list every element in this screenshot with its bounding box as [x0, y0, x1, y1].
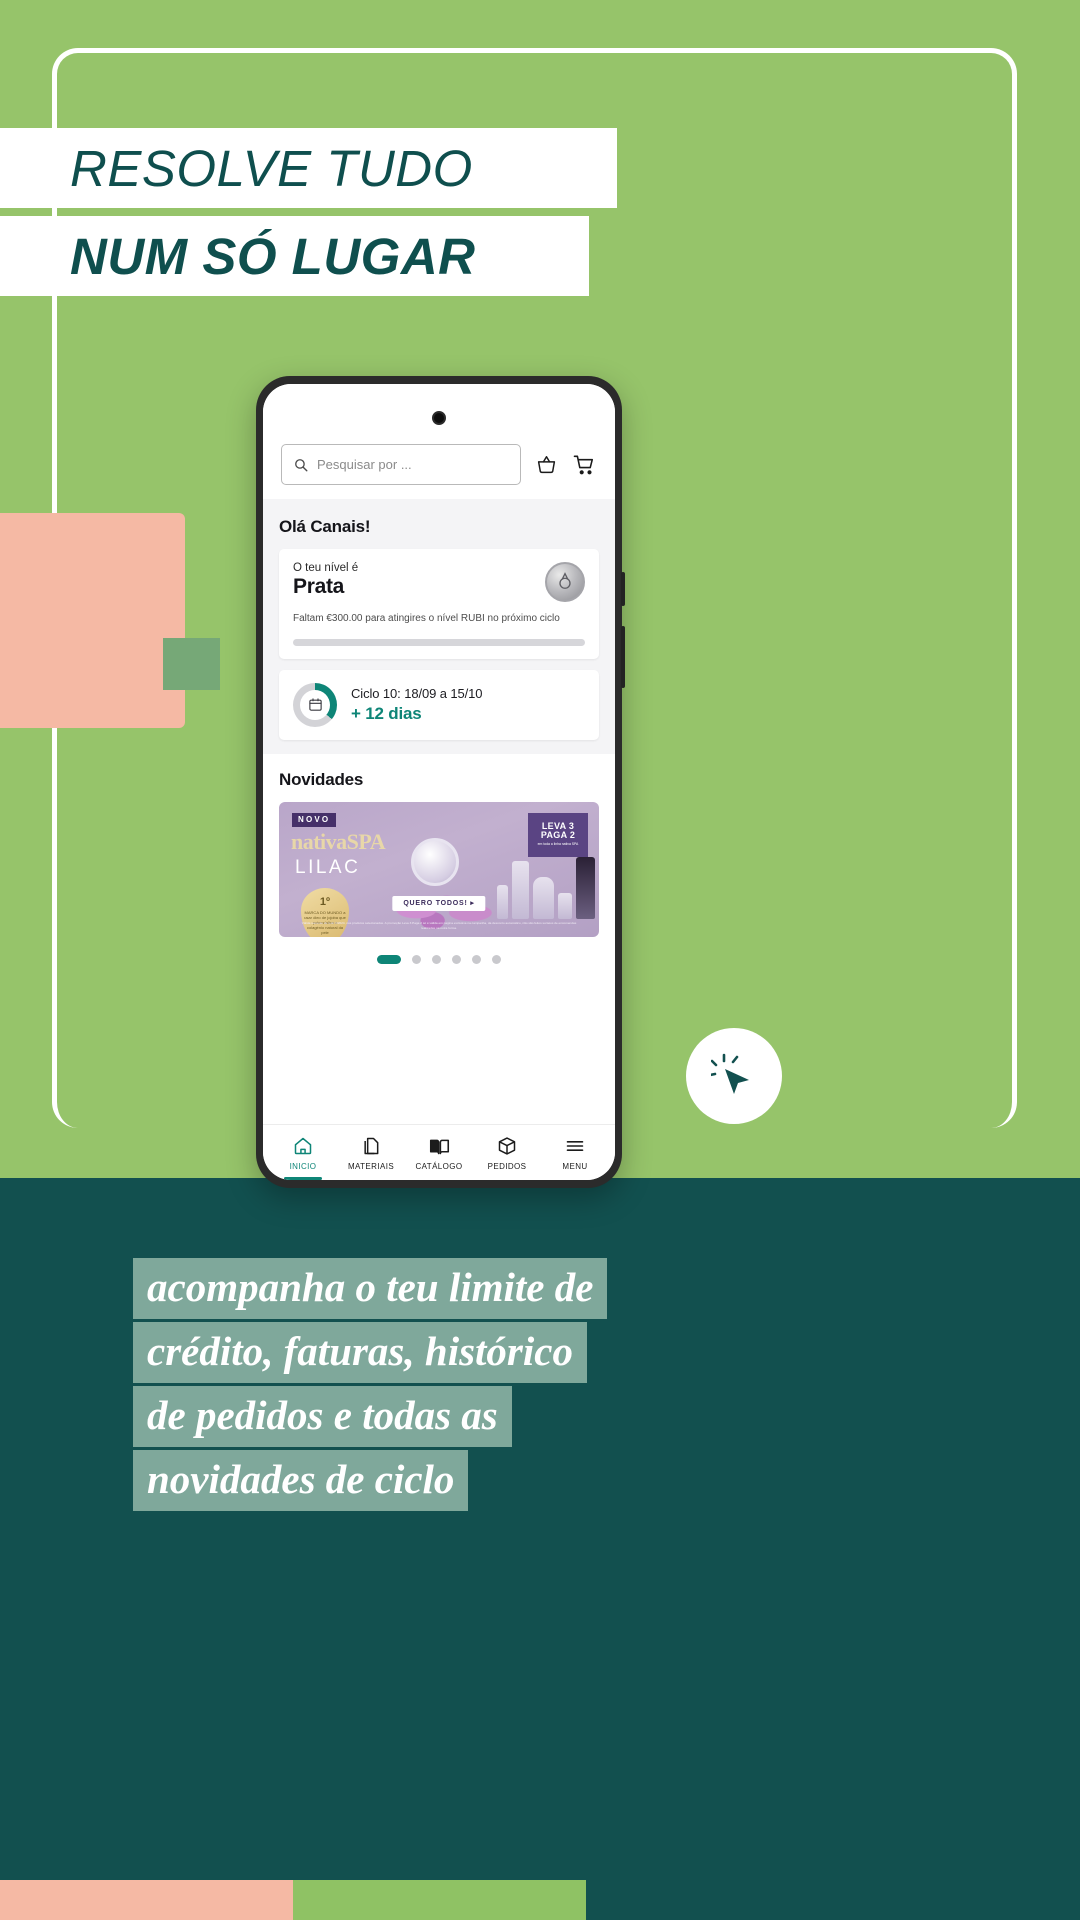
footer-strip-green — [293, 1880, 586, 1920]
nav-item-inicio[interactable]: INICIO — [269, 1135, 337, 1180]
caption-line: de pedidos e todas as — [133, 1386, 512, 1447]
cycle-title: Ciclo 10: 18/09 a 15/10 — [351, 685, 483, 701]
search-placeholder: Pesquisar por ... — [317, 457, 412, 472]
search-icon — [295, 458, 308, 471]
footer-strip-peach — [0, 1880, 293, 1920]
decor-peach-rectangle — [0, 513, 185, 728]
headline-line-2: NUM SÓ LUGAR — [70, 227, 476, 285]
carousel-dot[interactable] — [472, 954, 481, 964]
caption-block: acompanha o teu limite de crédito, fatur… — [133, 1258, 953, 1514]
headline-band-1: RESOLVE TUDO — [0, 128, 617, 208]
caption-line: crédito, faturas, histórico — [133, 1322, 587, 1383]
app-dashboard-section: Olá Canais! O teu nível é Prata Faltam €… — [263, 499, 615, 754]
cycle-text-block: Ciclo 10: 18/09 a 15/10 + 12 dias — [351, 685, 483, 724]
product-bottle — [533, 876, 554, 919]
cycle-donut-hole — [300, 689, 330, 720]
documents-icon — [361, 1135, 381, 1157]
headline-line-1: RESOLVE TUDO — [70, 139, 473, 197]
caption-line: acompanha o teu limite de — [133, 1258, 608, 1319]
hamburger-icon — [565, 1135, 585, 1157]
carousel-dot[interactable] — [412, 954, 421, 964]
headline-band-2: NUM SÓ LUGAR — [0, 216, 589, 296]
promo-banner[interactable]: NOVO nativaSPA LILAC 1º MARCA DO MUNDO a… — [279, 801, 599, 937]
greeting-text: Olá Canais! — [279, 517, 371, 536]
cursor-click-icon — [711, 1053, 749, 1094]
carousel-dot-active[interactable] — [377, 954, 401, 964]
phone-volume-button — [621, 572, 625, 606]
content-spacer — [279, 963, 599, 1012]
nav-label-menu: MENU — [562, 1162, 588, 1171]
level-label: O teu nível é — [293, 562, 359, 574]
product-bottle — [497, 884, 508, 919]
product-bottle — [558, 892, 572, 919]
promo-note: em toda a linha nativa SPA — [537, 842, 579, 847]
basket-icon[interactable] — [533, 452, 559, 478]
footer-strip-teal — [586, 1880, 1080, 1920]
caption-line: novidades de ciclo — [133, 1450, 469, 1511]
phone-screen: Pesquisar por ... Olá Canais! O teu níve… — [263, 384, 615, 1180]
carousel-dot[interactable] — [492, 954, 501, 964]
app-header: Pesquisar por ... — [263, 384, 615, 499]
level-value: Prata — [293, 575, 345, 598]
carousel-dot[interactable] — [432, 954, 441, 964]
carousel-dots[interactable] — [279, 936, 599, 964]
medal-icon — [545, 562, 585, 602]
banner-cta-button[interactable]: QUERO TODOS! ▸ — [392, 895, 486, 911]
news-section: Novidades NOVO nativaSPA LILAC 1º MARCA … — [263, 753, 615, 1012]
promo-line-2: PAGA 2 — [540, 830, 576, 841]
banner-brand: nativaSPA — [291, 828, 386, 854]
nav-label-catalogo: CATÁLOGO — [415, 1162, 463, 1171]
nav-label-pedidos: PEDIDOS — [487, 1162, 527, 1171]
nav-item-menu[interactable]: MENU — [541, 1135, 609, 1171]
search-input[interactable]: Pesquisar por ... — [281, 444, 521, 485]
product-bottle — [576, 856, 595, 919]
home-icon — [293, 1135, 313, 1157]
box-icon — [497, 1135, 517, 1157]
cycle-progress-donut — [293, 682, 337, 727]
cycle-days-remaining: + 12 dias — [351, 703, 422, 723]
phone-mockup: Pesquisar por ... Olá Canais! O teu níve… — [256, 376, 625, 1188]
book-icon — [429, 1135, 450, 1157]
phone-power-button — [621, 626, 625, 688]
level-card[interactable]: O teu nível é Prata Faltam €300.00 para … — [279, 549, 599, 659]
promo-badge: LEVA 3 PAGA 2 em toda a linha nativa SPA — [528, 812, 588, 857]
nav-item-catalogo[interactable]: CATÁLOGO — [405, 1135, 473, 1171]
cart-icon[interactable] — [571, 452, 597, 478]
level-description: Faltam €300.00 para atingires o nível RU… — [293, 613, 560, 624]
bottom-navigation: INICIO MATERIAIS CATÁLOGO PEDIDOS MENU — [263, 1124, 615, 1180]
level-progress-bar — [293, 638, 585, 646]
nav-item-materiais[interactable]: MATERIAIS — [337, 1135, 405, 1171]
cursor-click-badge — [686, 1028, 782, 1124]
front-camera — [432, 411, 446, 425]
banner-new-tag: NOVO — [292, 812, 337, 827]
news-title: Novidades — [279, 769, 364, 789]
product-bottle — [512, 860, 529, 919]
nav-label-inicio: INICIO — [289, 1162, 317, 1171]
banner-legal-text: Válida somente de todo 9/2024, nos produ… — [301, 921, 577, 930]
level-card-top-row: O teu nível é Prata — [293, 562, 585, 602]
cycle-card[interactable]: Ciclo 10: 18/09 a 15/10 + 12 dias — [279, 669, 599, 740]
nav-item-pedidos[interactable]: PEDIDOS — [473, 1135, 541, 1171]
banner-seal-number: 1º — [319, 896, 331, 909]
carousel-dot[interactable] — [452, 954, 461, 964]
cycle-card-row: Ciclo 10: 18/09 a 15/10 + 12 dias — [293, 682, 585, 727]
nav-active-underline — [284, 1177, 322, 1180]
nav-label-materiais: MATERIAIS — [347, 1162, 395, 1171]
decor-sage-square — [163, 638, 220, 690]
banner-subtitle: LILAC — [295, 856, 361, 878]
product-jar-graphic — [411, 837, 459, 886]
calendar-icon — [308, 698, 322, 711]
level-card-text-block: O teu nível é Prata — [293, 562, 358, 599]
product-bottles-graphic — [497, 856, 595, 919]
